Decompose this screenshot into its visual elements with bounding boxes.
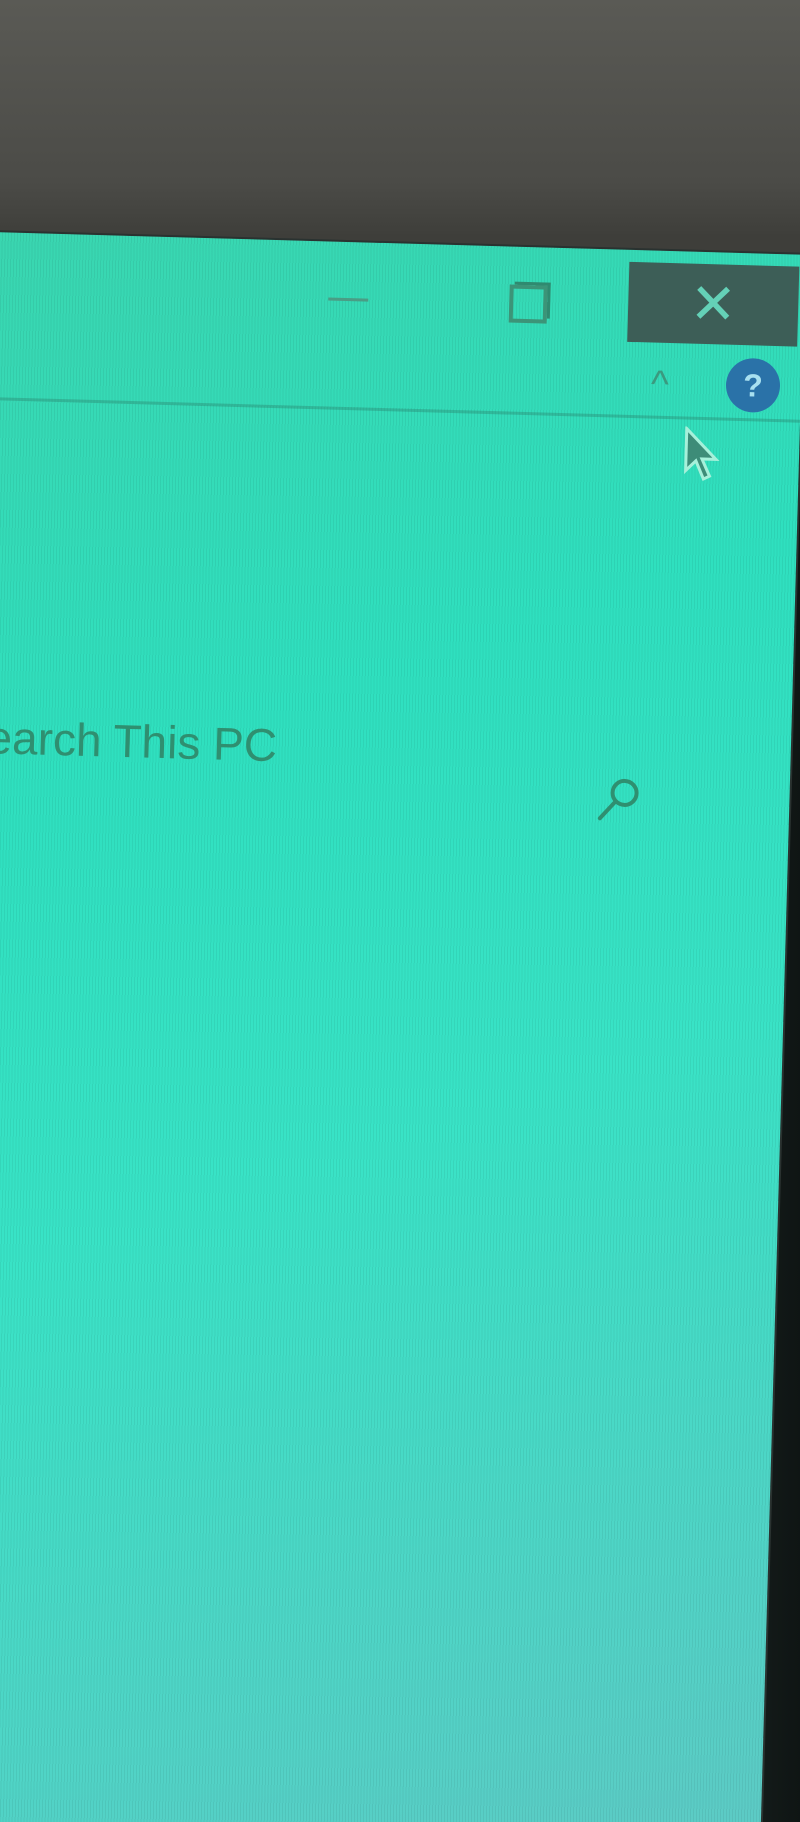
help-icon: ? [742,366,764,404]
chevron-up-icon[interactable]: ^ [650,364,669,407]
minimize-icon [328,296,369,302]
search-input[interactable] [0,701,577,789]
mouse-cursor-icon [684,426,720,482]
search-box [0,701,667,841]
minimize-button[interactable] [307,263,389,335]
help-button[interactable]: ? [725,357,781,414]
photo-frame: ✕ ^ ? [0,0,800,1822]
maximize-button[interactable] [487,268,569,340]
search-icon[interactable] [594,774,645,825]
explorer-window: ✕ ^ ? [0,232,800,1822]
maximize-icon [508,284,548,324]
close-button[interactable]: ✕ [627,261,800,347]
close-icon: ✕ [688,271,738,336]
